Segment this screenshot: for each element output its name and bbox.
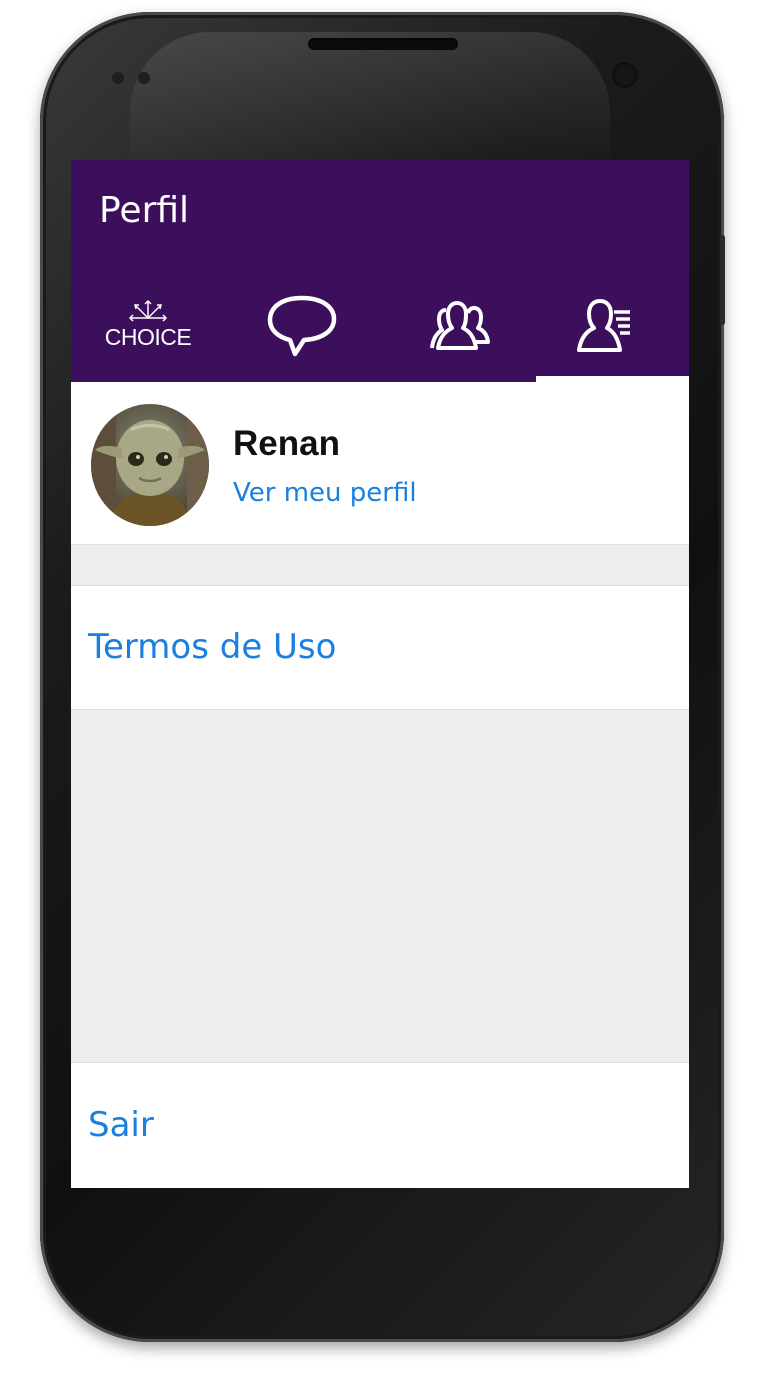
profile-list-icon xyxy=(577,299,630,352)
tab-chat[interactable] xyxy=(225,272,379,382)
avatar[interactable] xyxy=(91,404,209,526)
profile-header[interactable]: Renan Ver meu perfil xyxy=(71,382,689,545)
avatar-photo xyxy=(91,404,209,526)
choice-logo-icon: CHOICE xyxy=(105,299,192,350)
earpiece-speaker xyxy=(308,38,458,50)
logout-item[interactable]: Sair xyxy=(71,1062,689,1188)
tab-friends[interactable] xyxy=(379,272,533,382)
front-camera xyxy=(612,62,638,88)
app-bar: Perfil CHOICE xyxy=(71,160,689,382)
terms-of-use-item[interactable]: Termos de Uso xyxy=(71,585,689,710)
terms-of-use-label: Termos de Uso xyxy=(88,627,337,667)
speech-bubble-icon xyxy=(267,295,337,357)
light-sensor xyxy=(138,72,150,84)
tab-profile[interactable] xyxy=(533,272,687,382)
view-profile-link[interactable]: Ver meu perfil xyxy=(233,478,417,508)
choice-logo-text: CHOICE xyxy=(105,324,192,350)
screen: Perfil CHOICE Renan Ver meu perfil Termo… xyxy=(71,160,689,1188)
tab-choice[interactable]: CHOICE xyxy=(71,272,225,382)
power-button xyxy=(720,235,725,325)
phone-shine xyxy=(130,32,610,172)
page-title: Perfil xyxy=(99,190,190,231)
proximity-sensor xyxy=(112,72,124,84)
people-icon xyxy=(430,301,490,350)
profile-name: Renan xyxy=(233,424,340,463)
logout-label: Sair xyxy=(88,1105,154,1145)
